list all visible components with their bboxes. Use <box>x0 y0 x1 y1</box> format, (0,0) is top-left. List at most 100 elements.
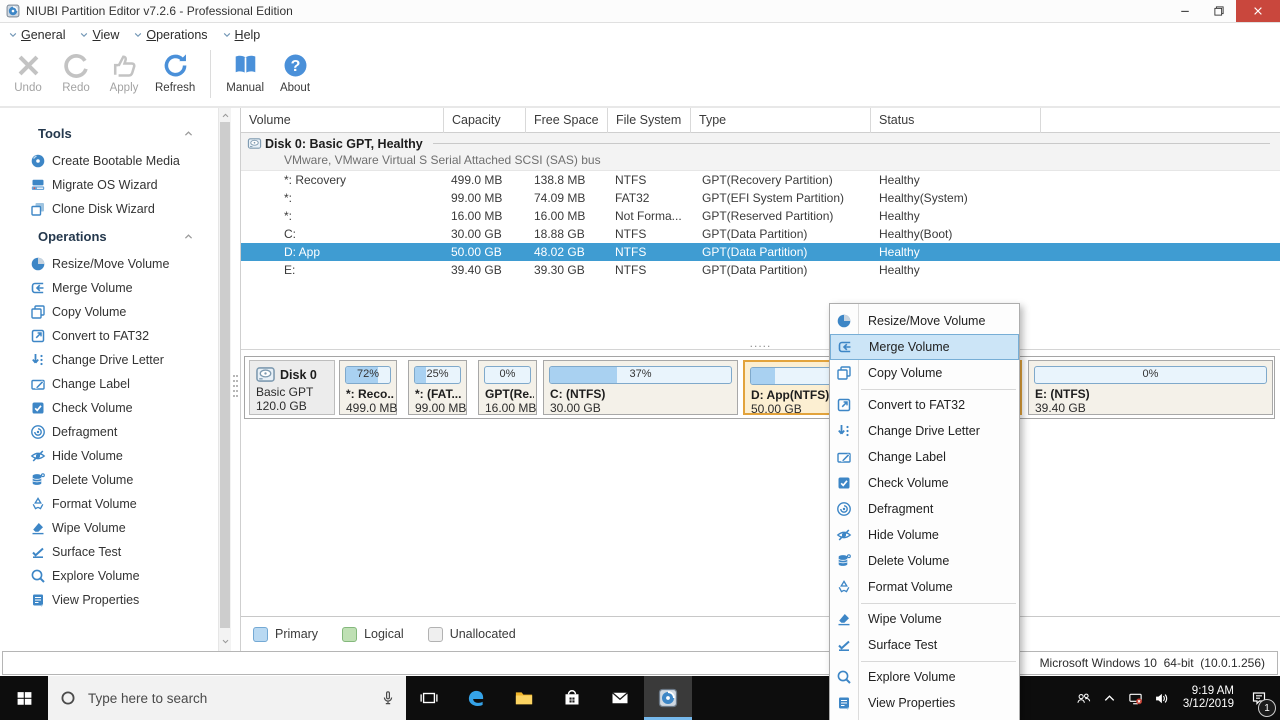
partition-block-reco[interactable]: 72%*: Reco...499.0 MB <box>339 360 397 415</box>
column-header-capacity[interactable]: Capacity <box>444 108 526 133</box>
sidebar-item-copy-volume[interactable]: Copy Volume <box>0 300 218 324</box>
scroll-down-button[interactable] <box>219 634 231 648</box>
taskbar-app-mail[interactable] <box>596 676 644 720</box>
menu-help[interactable]: Help <box>222 28 261 42</box>
column-header-type[interactable]: Type <box>691 108 871 133</box>
minimize-button[interactable] <box>1168 0 1202 22</box>
sidebar-item-resize-move-volume[interactable]: Resize/Move Volume <box>0 252 218 276</box>
task-view-button[interactable] <box>406 676 452 720</box>
tray-people-button[interactable] <box>1071 691 1097 706</box>
context-menu-item-view-properties[interactable]: View Properties <box>830 690 1019 716</box>
disk-info-block[interactable]: Disk 0 Basic GPT 120.0 GB <box>249 360 335 415</box>
taskbar-search[interactable] <box>48 676 406 720</box>
sidebar-item-merge-volume[interactable]: Merge Volume <box>0 276 218 300</box>
section-header-tools[interactable]: Tools <box>38 126 194 141</box>
volume-row-recovery[interactable]: *: Recovery499.0 MB138.8 MBNTFSGPT(Recov… <box>241 171 1280 189</box>
sidebar-item-hide-volume[interactable]: Hide Volume <box>0 444 218 468</box>
context-menu-item-format-volume[interactable]: Format Volume <box>830 574 1019 600</box>
section-header-operations[interactable]: Operations <box>38 229 194 244</box>
column-header-free-space[interactable]: Free Space <box>526 108 608 133</box>
context-menu-item-convert-to-fat32[interactable]: Convert to FAT32 <box>830 392 1019 418</box>
volume-row-d-app[interactable]: D: App50.00 GB48.02 GBNTFSGPT(Data Parti… <box>241 243 1280 261</box>
manual-button[interactable]: Manual <box>219 46 271 94</box>
taskbar-app-microsoft-store[interactable] <box>548 676 596 720</box>
sidebar-item-clone-disk-wizard[interactable]: Clone Disk Wizard <box>0 197 218 221</box>
sidebar-splitter[interactable] <box>231 108 240 651</box>
sidebar-item-migrate-os-wizard[interactable]: Migrate OS Wizard <box>0 173 218 197</box>
context-menu-item-delete-volume[interactable]: Delete Volume <box>830 548 1019 574</box>
partition-block-fat[interactable]: 25%*: (FAT...99.00 MB <box>408 360 467 415</box>
menu-view[interactable]: View <box>79 28 119 42</box>
disk-group-row[interactable]: Disk 0: Basic GPT, Healthy VMware, VMwar… <box>241 133 1280 171</box>
menu-operations[interactable]: Operations <box>133 28 207 42</box>
tray-speaker-button[interactable] <box>1149 691 1175 706</box>
scroll-up-button[interactable] <box>219 108 231 122</box>
letter-icon <box>836 423 852 439</box>
start-button[interactable] <box>0 676 48 720</box>
sidebar-item-format-volume[interactable]: Format Volume <box>0 492 218 516</box>
sidebar-item-label: Explore Volume <box>52 569 140 583</box>
panel-splitter[interactable]: ..... <box>241 336 1280 350</box>
context-menu-item-hide-volume[interactable]: Hide Volume <box>830 522 1019 548</box>
context-menu-item-merge-volume[interactable]: Merge Volume <box>830 334 1019 360</box>
sidebar-item-check-volume[interactable]: Check Volume <box>0 396 218 420</box>
taskbar-app-file-explorer[interactable] <box>500 676 548 720</box>
legend-unallocated: Unallocated <box>428 627 516 642</box>
redo-button[interactable]: Redo <box>52 46 100 94</box>
volume-row-[interactable]: *:16.00 MB16.00 MBNot Forma...GPT(Reserv… <box>241 207 1280 225</box>
convert-icon <box>30 328 46 344</box>
action-center-button[interactable]: 1 <box>1244 676 1274 720</box>
close-button[interactable] <box>1236 0 1280 22</box>
context-menu-item-defragment[interactable]: Defragment <box>830 496 1019 522</box>
context-menu-item-wipe-volume[interactable]: Wipe Volume <box>830 606 1019 632</box>
sidebar-item-wipe-volume[interactable]: Wipe Volume <box>0 516 218 540</box>
taskbar-app-edge[interactable] <box>452 676 500 720</box>
sidebar-item-change-label[interactable]: Change Label <box>0 372 218 396</box>
partition-block-gpt-re[interactable]: 0%GPT(Re...16.00 MB <box>478 360 537 415</box>
group-rule <box>433 143 1270 144</box>
taskbar-app-niubi-partition-editor[interactable] <box>644 676 692 720</box>
context-menu-item-explore-volume[interactable]: Explore Volume <box>830 664 1019 690</box>
column-header-file-system[interactable]: File System <box>608 108 691 133</box>
sidebar-item-label: Defragment <box>52 425 117 439</box>
context-menu-item-copy-volume[interactable]: Copy Volume <box>830 360 1019 386</box>
sidebar-item-surface-test[interactable]: Surface Test <box>0 540 218 564</box>
refresh-button[interactable]: Refresh <box>148 46 202 94</box>
context-menu-item-surface-test[interactable]: Surface Test <box>830 632 1019 658</box>
clock-date: 3/12/2019 <box>1183 698 1234 712</box>
sidebar-item-defragment[interactable]: Defragment <box>0 420 218 444</box>
microphone-icon[interactable] <box>380 690 396 706</box>
cell-capacity: 499.0 MB <box>444 173 526 187</box>
context-menu-item-change-label[interactable]: Change Label <box>830 444 1019 470</box>
context-menu-item-change-drive-letter[interactable]: Change Drive Letter <box>830 418 1019 444</box>
undo-button[interactable]: Undo <box>4 46 52 94</box>
sidebar-item-explore-volume[interactable]: Explore Volume <box>0 564 218 588</box>
column-header-volume[interactable]: Volume <box>241 108 444 133</box>
tray-chevron-up-button[interactable] <box>1097 691 1123 706</box>
volume-row-c[interactable]: C:30.00 GB18.88 GBNTFSGPT(Data Partition… <box>241 225 1280 243</box>
taskbar-clock[interactable]: 9:19 AM 3/12/2019 <box>1183 685 1234 712</box>
legend-label: Primary <box>275 627 318 641</box>
tray-network-button[interactable] <box>1123 691 1149 706</box>
restore-button[interactable] <box>1202 0 1236 22</box>
about-button[interactable]: About <box>271 46 319 94</box>
search-input[interactable] <box>86 690 370 707</box>
cell-status: Healthy <box>871 245 1041 259</box>
volume-row-[interactable]: *:99.00 MB74.09 MBFAT32GPT(EFI System Pa… <box>241 189 1280 207</box>
menu-general[interactable]: General <box>8 28 65 42</box>
volume-row-e[interactable]: E:39.40 GB39.30 GBNTFSGPT(Data Partition… <box>241 261 1280 279</box>
sidebar-item-view-properties[interactable]: View Properties <box>0 588 218 612</box>
legend-swatch <box>253 627 268 642</box>
context-menu-item-resize-move-volume[interactable]: Resize/Move Volume <box>830 308 1019 334</box>
context-menu-item-check-volume[interactable]: Check Volume <box>830 470 1019 496</box>
apply-button[interactable]: Apply <box>100 46 148 94</box>
sidebar-item-convert-to-fat32[interactable]: Convert to FAT32 <box>0 324 218 348</box>
partition-block-e-ntfs[interactable]: 0%E: (NTFS)39.40 GB <box>1028 360 1273 415</box>
sidebar-item-change-drive-letter[interactable]: Change Drive Letter <box>0 348 218 372</box>
sidebar-scrollbar[interactable] <box>218 108 231 651</box>
column-header-status[interactable]: Status <box>871 108 1041 133</box>
sidebar-item-create-bootable-media[interactable]: Create Bootable Media <box>0 149 218 173</box>
scrollbar-thumb[interactable] <box>220 122 230 628</box>
partition-block-c-ntfs[interactable]: 37%C: (NTFS)30.00 GB <box>543 360 738 415</box>
sidebar-item-delete-volume[interactable]: Delete Volume <box>0 468 218 492</box>
